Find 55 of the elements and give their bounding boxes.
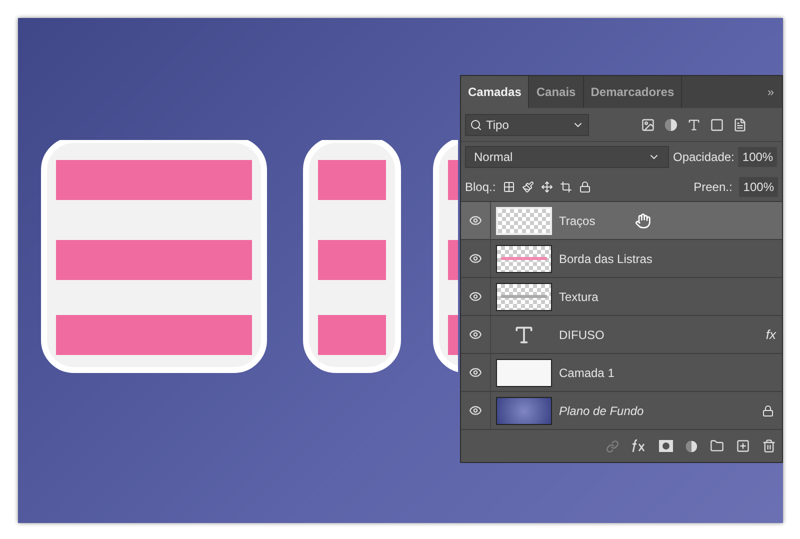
type-filter-icon[interactable]: [687, 118, 701, 132]
layer-name: Textura: [559, 288, 598, 306]
visibility-eye-icon[interactable]: [469, 290, 482, 303]
pixel-filter-icon[interactable]: [641, 118, 655, 132]
blend-mode-dropdown[interactable]: Normal: [465, 146, 669, 168]
layer-thumbnail: [496, 244, 552, 272]
blend-mode-value: Normal: [474, 149, 514, 166]
visibility-eye-icon[interactable]: [469, 404, 482, 417]
lock-artboard-icon[interactable]: [560, 180, 572, 192]
opacity-field[interactable]: 100%: [738, 147, 778, 167]
fill-label: Preen.:: [694, 178, 732, 196]
layer-name: DIFUSO: [559, 326, 604, 344]
shape-filter-icon[interactable]: [710, 118, 724, 132]
lock-transparency-icon[interactable]: [502, 180, 515, 192]
lock-all-icon[interactable]: [578, 180, 591, 192]
smart-object-filter-icon[interactable]: [733, 118, 747, 132]
mask-icon[interactable]: [659, 440, 673, 452]
panel-tab[interactable]: Camadas: [461, 76, 530, 108]
lock-pixels-icon[interactable]: [522, 180, 534, 192]
layer-row[interactable]: Textura: [461, 278, 782, 316]
layer-row[interactable]: Camada 1: [461, 354, 782, 392]
effects-icon: fx: [766, 324, 776, 344]
visibility-eye-icon[interactable]: [469, 214, 482, 227]
layer-name: Borda das Listras: [559, 250, 652, 268]
panel-menu-button[interactable]: »: [759, 76, 782, 108]
layer-name: Camada 1: [559, 364, 614, 382]
layer-name: Traços: [559, 212, 596, 230]
layer-row[interactable]: Plano de Fundo: [461, 392, 782, 430]
new-layer-icon[interactable]: [736, 439, 750, 453]
opacity-label: Opacidade:: [673, 149, 734, 166]
panel-tab[interactable]: Canais: [529, 76, 584, 108]
fill-field[interactable]: 100%: [739, 176, 778, 196]
layer-name: Plano de Fundo: [559, 402, 644, 420]
visibility-eye-icon[interactable]: [469, 328, 482, 341]
adjustment-filter-icon[interactable]: [664, 118, 678, 132]
layer-row[interactable]: Borda das Listras: [461, 240, 782, 278]
hand-cursor-icon: [635, 212, 652, 228]
panel-tab[interactable]: Demarcadores: [584, 76, 682, 108]
lock-position-icon[interactable]: [540, 180, 553, 192]
fx-icon[interactable]: [631, 439, 647, 453]
layer-row[interactable]: Traços: [461, 202, 782, 240]
visibility-eye-icon[interactable]: [469, 252, 482, 265]
filter-dropdown[interactable]: Tipo: [465, 114, 589, 136]
layer-thumbnail: [496, 358, 552, 386]
layer-row[interactable]: DIFUSO fx: [461, 316, 782, 354]
layer-thumbnail: [496, 396, 552, 424]
adjustment-layer-icon[interactable]: [685, 440, 698, 452]
layer-thumbnail: [496, 282, 552, 310]
search-icon: [470, 118, 482, 130]
folder-icon[interactable]: [710, 439, 724, 453]
lock-label: Bloq.:: [465, 178, 496, 196]
layer-thumbnail: [496, 206, 552, 234]
trash-icon[interactable]: [762, 439, 776, 453]
filter-value: Tipo: [486, 116, 510, 134]
visibility-eye-icon[interactable]: [469, 366, 482, 379]
